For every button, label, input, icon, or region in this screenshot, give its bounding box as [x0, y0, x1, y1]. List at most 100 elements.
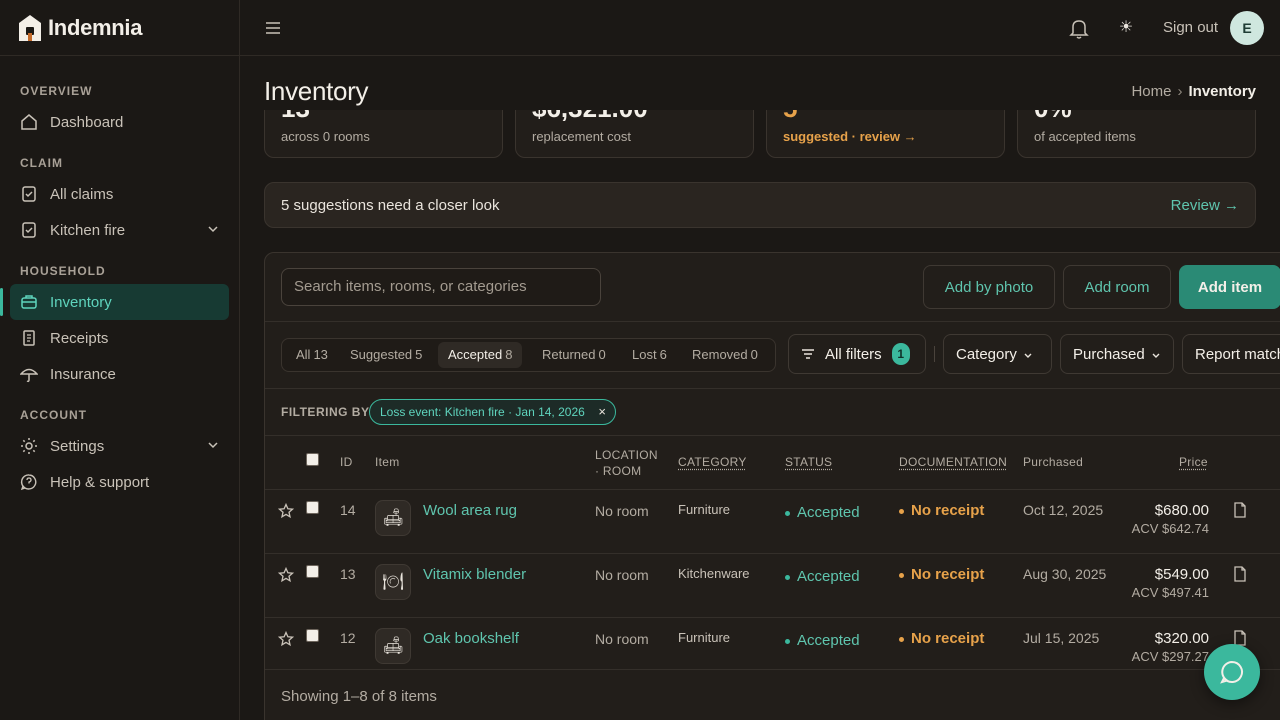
nav-section-overview: OVERVIEW	[20, 84, 93, 98]
filtering-by-label: FILTERING BY	[281, 405, 370, 419]
tab-label: All	[296, 347, 311, 362]
add-by-photo-button[interactable]: Add by photo	[923, 265, 1055, 309]
brand[interactable]: Indemnia	[0, 0, 239, 56]
column-header-id[interactable]: ID	[340, 455, 353, 469]
sidebar-item-help[interactable]: Help & support	[10, 464, 229, 500]
gear-icon	[21, 438, 37, 454]
star-icon[interactable]	[278, 631, 294, 647]
stat-caption: replacement cost	[532, 129, 631, 144]
star-icon[interactable]	[278, 503, 294, 519]
status-tabs: All 13 Suggested 5 Accepted 8 Returned 0 Los…	[281, 338, 776, 372]
stat-review-link[interactable]: suggested · review →	[783, 129, 917, 144]
row-checkbox[interactable]	[306, 629, 319, 642]
breadcrumb-separator: ›	[1177, 83, 1183, 100]
item-id: 12	[340, 630, 356, 646]
category-dropdown[interactable]: Category	[943, 334, 1052, 374]
document-icon[interactable]	[1233, 566, 1247, 582]
stat-caption: across 0 rooms	[281, 129, 370, 144]
banner-message: 5 suggestions need a closer look	[281, 197, 500, 214]
item-category: Kitchenware	[678, 566, 750, 581]
select-all-checkbox[interactable]	[306, 453, 319, 466]
row-checkbox[interactable]	[306, 565, 319, 578]
plate-icon: 🍽	[375, 564, 411, 600]
close-icon[interactable]: ×	[598, 400, 606, 424]
breadcrumb-home[interactable]: Home	[1131, 83, 1171, 100]
search-input[interactable]: Search items, rooms, or categories	[281, 268, 601, 306]
item-acv: ACV $297.27	[1131, 649, 1209, 664]
report-match-label: Report match	[1195, 345, 1280, 363]
sidebar-item-label: Insurance	[50, 365, 116, 383]
tab-removed[interactable]: Removed 0	[682, 342, 768, 368]
report-match-dropdown[interactable]: Report match	[1182, 334, 1280, 374]
column-header-documentation[interactable]: DOCUMENTATION	[899, 455, 1007, 469]
all-filters-button[interactable]: All filters 1	[788, 334, 926, 374]
column-header-location[interactable]: LOCATION · ROOM	[595, 447, 665, 479]
breadcrumb-current: Inventory	[1188, 83, 1256, 100]
add-room-button[interactable]: Add room	[1063, 265, 1171, 309]
breadcrumb: Home › Inventory	[1131, 83, 1256, 100]
documentation-badge[interactable]: No receipt	[899, 566, 984, 583]
table-row[interactable]: 14 🛋 Wool area rug No room Furniture Acc…	[265, 489, 1280, 553]
inventory-table-card: Search items, rooms, or categories Add b…	[264, 252, 1280, 720]
column-header-item[interactable]: Item	[375, 455, 400, 469]
chevron-down-icon[interactable]	[207, 439, 219, 451]
sign-out-link[interactable]: Sign out	[1163, 19, 1218, 36]
status-badge: Accepted	[785, 632, 860, 649]
column-header-price[interactable]: Price	[1179, 455, 1208, 469]
purchase-date: Jul 15, 2025	[1023, 630, 1100, 646]
topbar: ☀ Sign out E	[240, 0, 1280, 56]
sidebar-item-kitchen-fire[interactable]: Kitchen fire	[10, 212, 229, 248]
add-item-button[interactable]: Add item	[1179, 265, 1280, 309]
avatar[interactable]: E	[1230, 11, 1264, 45]
item-name-link[interactable]: Vitamix blender	[423, 566, 526, 583]
banner-review-link[interactable]: Review →	[1171, 197, 1239, 214]
table-row[interactable]: 13 🍽 Vitamix blender No room Kitchenware…	[265, 553, 1280, 617]
item-name-link[interactable]: Wool area rug	[423, 502, 517, 519]
documentation-badge[interactable]: No receipt	[899, 502, 984, 519]
sofa-icon: 🛋	[375, 628, 411, 664]
active-filter-chip[interactable]: Loss event: Kitchen fire · Jan 14, 2026 …	[369, 399, 616, 425]
chip-label: Loss event: Kitchen fire · Jan 14, 2026	[380, 405, 585, 419]
sidebar-item-receipts[interactable]: Receipts	[10, 320, 229, 356]
menu-icon[interactable]	[264, 19, 282, 37]
documentation-badge[interactable]: No receipt	[899, 630, 984, 647]
sidebar-item-insurance[interactable]: Insurance	[10, 356, 229, 392]
sidebar-item-inventory[interactable]: Inventory	[0, 284, 229, 320]
tab-returned[interactable]: Returned 0	[532, 342, 616, 368]
tab-all[interactable]: All 13	[286, 342, 338, 368]
sidebar-item-label: Receipts	[50, 329, 109, 347]
filter-icon	[802, 349, 814, 359]
column-header-category[interactable]: CATEGORY	[678, 455, 747, 469]
filter-divider	[934, 346, 935, 362]
sun-icon[interactable]: ☀	[1117, 19, 1135, 37]
sidebar-item-dashboard[interactable]: Dashboard	[10, 104, 229, 140]
purchased-dropdown[interactable]: Purchased	[1060, 334, 1174, 374]
tab-label: Suggested	[350, 347, 413, 362]
chevron-down-icon[interactable]	[207, 223, 219, 235]
document-icon[interactable]	[1233, 502, 1247, 518]
main-content: 13 across 0 rooms $6,321.00 replacement …	[240, 56, 1280, 720]
help-chat-icon	[20, 474, 37, 491]
nav-section-household: HOUSEHOLD	[20, 264, 106, 278]
sidebar-item-settings[interactable]: Settings	[10, 428, 229, 464]
tab-count: 6	[659, 347, 667, 362]
star-icon[interactable]	[278, 567, 294, 583]
tab-lost[interactable]: Lost 6	[622, 342, 677, 368]
tab-count: 0	[598, 347, 606, 362]
row-checkbox[interactable]	[306, 501, 319, 514]
purchase-date: Aug 30, 2025	[1023, 566, 1107, 582]
sidebar: Indemnia OVERVIEW Dashboard CLAIM All cl…	[0, 0, 240, 720]
bell-icon[interactable]	[1068, 17, 1090, 39]
category-dropdown-label: Category	[956, 345, 1017, 363]
sidebar-item-label: Dashboard	[50, 113, 124, 131]
tab-suggested[interactable]: Suggested 5	[340, 342, 432, 368]
sofa-icon: 🛋	[375, 500, 411, 536]
item-category: Furniture	[678, 502, 731, 517]
chat-button[interactable]	[1204, 644, 1260, 700]
tab-accepted[interactable]: Accepted 8	[438, 342, 523, 368]
item-name-link[interactable]: Oak bookshelf	[423, 630, 519, 647]
column-header-status[interactable]: STATUS	[785, 455, 832, 469]
column-header-purchased[interactable]: Purchased	[1023, 455, 1083, 469]
sidebar-item-all-claims[interactable]: All claims	[10, 176, 229, 212]
all-filters-label: All filters	[825, 345, 882, 363]
